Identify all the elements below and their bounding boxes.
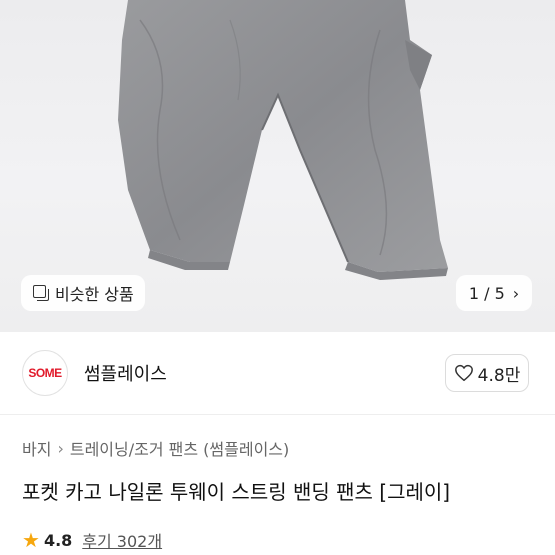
breadcrumb-item-training[interactable]: 트레이닝/조거 팬츠 (썸플레이스)	[70, 436, 289, 460]
similar-items-icon	[33, 285, 49, 301]
section-divider	[0, 414, 555, 415]
like-store-button[interactable]: 4.8만	[445, 354, 529, 392]
heart-icon	[454, 364, 473, 382]
seller-name[interactable]: 썸플레이스	[84, 360, 167, 386]
chevron-right-icon: ›	[512, 283, 520, 303]
similar-products-button[interactable]: 비슷한 상품	[21, 275, 145, 311]
breadcrumb-item-pants[interactable]: 바지	[22, 436, 51, 460]
breadcrumb: 바지 › 트레이닝/조거 팬츠 (썸플레이스)	[22, 436, 289, 460]
reviews-link[interactable]: 후기 302개	[82, 528, 162, 552]
product-title: 포켓 카고 나일론 투웨이 스트링 밴딩 팬츠 [그레이]	[22, 480, 451, 504]
chevron-right-icon: ›	[57, 438, 64, 458]
rating-row: ★ 4.8 후기 302개	[22, 528, 162, 552]
seller-logo[interactable]: SOME	[22, 350, 68, 396]
seller-bar: SOME 썸플레이스 4.8만	[0, 332, 555, 414]
similar-products-label: 비슷한 상품	[55, 285, 134, 304]
pager-text: 1 / 5	[468, 283, 505, 303]
like-count: 4.8만	[477, 365, 521, 386]
star-icon: ★	[22, 528, 40, 552]
image-pager-button[interactable]: 1 / 5 ›	[456, 275, 532, 311]
product-image-carousel[interactable]: 비슷한 상품 1 / 5 ›	[0, 0, 555, 332]
rating-score: 4.8	[43, 530, 73, 550]
